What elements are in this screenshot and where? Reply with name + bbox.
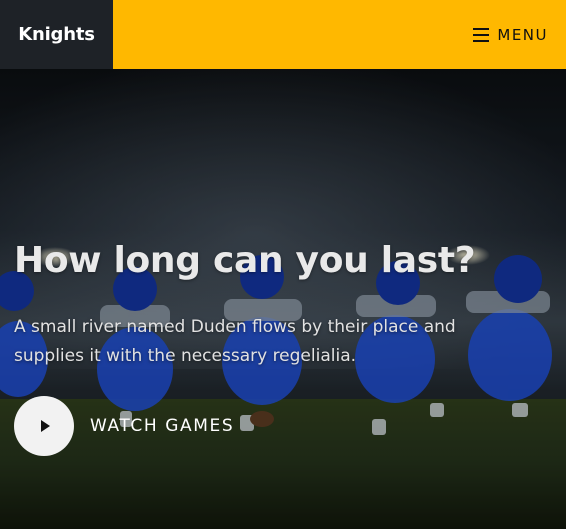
- nav-bar: MENU: [113, 0, 566, 69]
- menu-button[interactable]: MENU: [473, 26, 548, 44]
- hamburger-icon: [473, 27, 490, 42]
- page: Knights MENU How long can you last? A sm…: [0, 0, 566, 529]
- play-icon: [41, 420, 50, 432]
- brand-logo[interactable]: Knights: [0, 0, 113, 69]
- play-button[interactable]: [14, 396, 74, 456]
- hero-overlay: [0, 69, 566, 529]
- hero-section: How long can you last? A small river nam…: [0, 69, 566, 529]
- brand-name: Knights: [18, 24, 95, 45]
- hero-subtitle: A small river named Duden flows by their…: [14, 317, 456, 366]
- watch-games-button[interactable]: WATCH GAMES: [14, 396, 234, 456]
- top-header: Knights MENU: [0, 0, 566, 69]
- hero-title: How long can you last?: [14, 240, 476, 281]
- menu-label: MENU: [497, 25, 548, 44]
- watch-games-label: WATCH GAMES: [90, 416, 235, 436]
